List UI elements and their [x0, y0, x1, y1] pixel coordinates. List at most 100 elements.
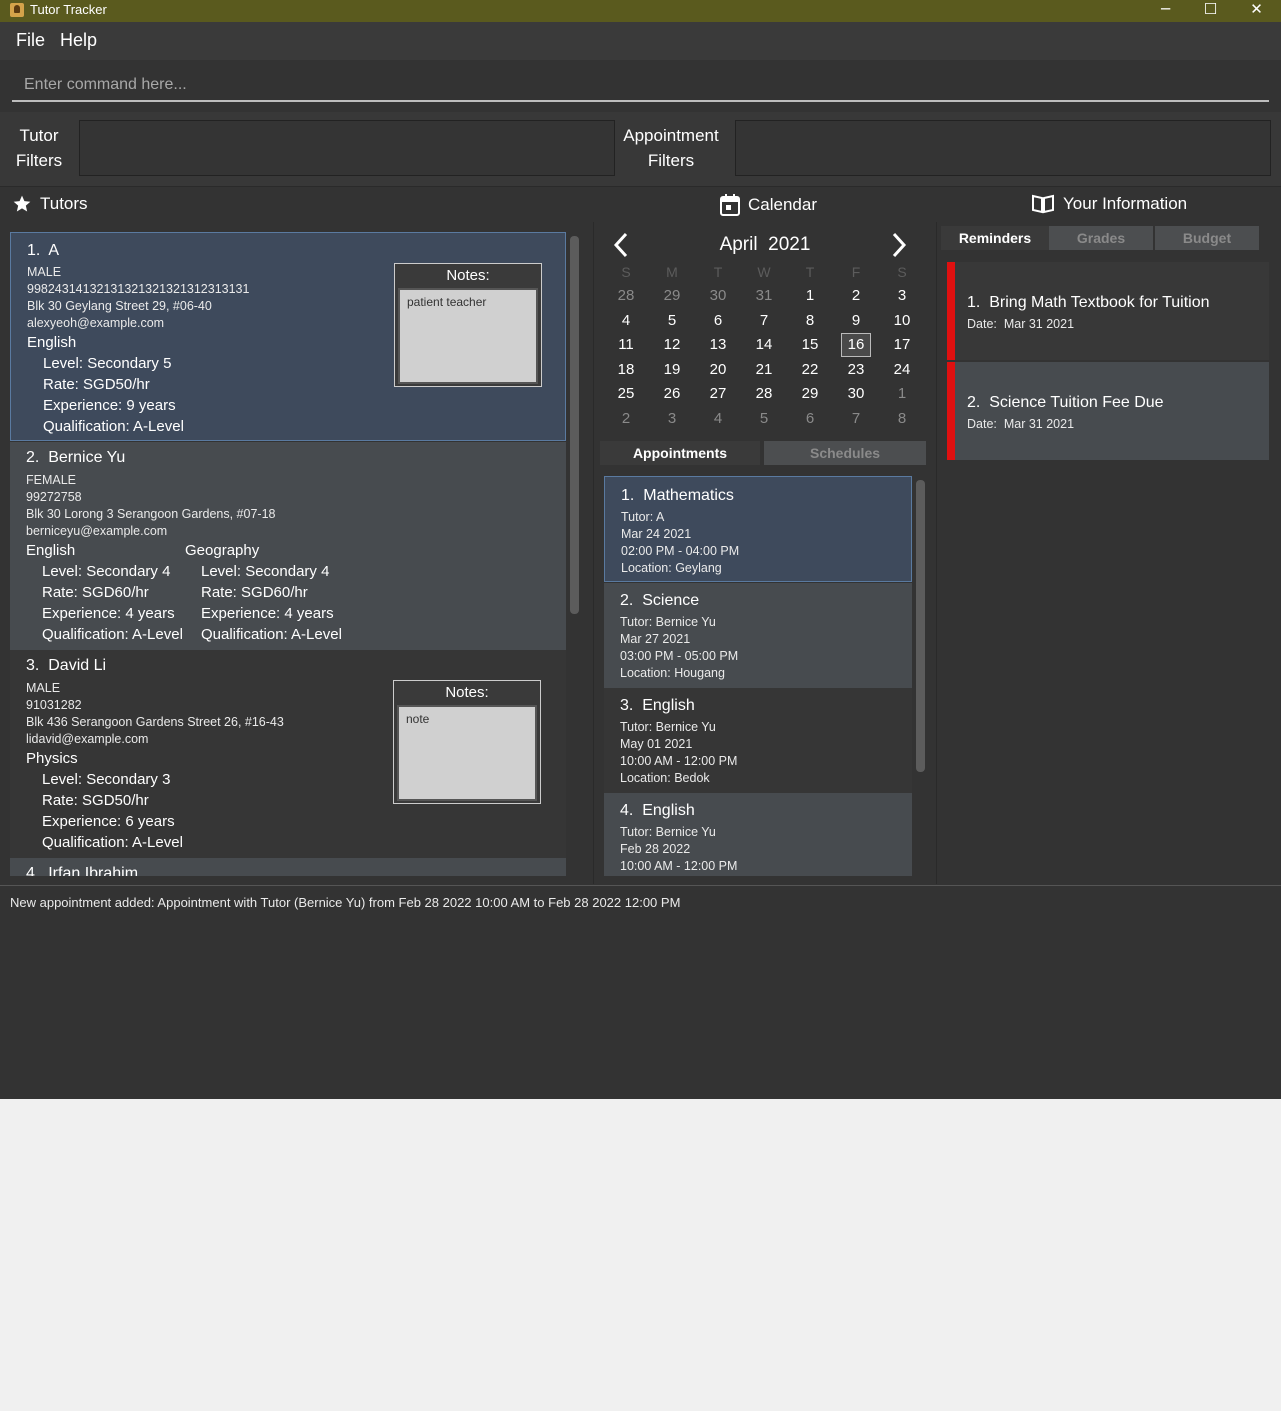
reminder-card[interactable]: 2. Science Tuition Fee Due Date: Mar 31 …	[947, 362, 1269, 460]
subject-name: Physics	[26, 750, 78, 767]
calendar-day[interactable]: 21	[744, 360, 784, 380]
appointment-tabs: Appointments Schedules	[600, 441, 926, 465]
tutor-list: 1. A MALE 998243141321313213213213123131…	[10, 232, 568, 876]
calendar-day[interactable]: 30	[836, 384, 876, 404]
subject-name: English	[27, 334, 77, 351]
tutor-list-scrollbar[interactable]	[570, 236, 579, 614]
calendar-day[interactable]: 25	[606, 384, 646, 404]
appointment-list-scrollbar[interactable]	[916, 480, 925, 772]
calendar-day[interactable]: 9	[836, 311, 876, 331]
calendar-day[interactable]: 5	[652, 311, 692, 331]
calendar-day[interactable]: 8	[790, 311, 830, 331]
appointment-subject: 4. English	[620, 802, 695, 819]
calendar-day-outside[interactable]: 6	[790, 409, 830, 429]
notes-text[interactable]: note	[397, 705, 537, 801]
appointment-filters-box[interactable]	[735, 120, 1271, 176]
close-button[interactable]: ✕	[1234, 0, 1279, 22]
notes-text[interactable]: patient teacher	[398, 288, 538, 384]
calendar-day[interactable]: 20	[698, 360, 738, 380]
calendar-day[interactable]: 4	[606, 311, 646, 331]
tutor-card[interactable]: 4. Irfan Ibrahim	[10, 858, 566, 876]
star-icon	[13, 195, 31, 212]
calendar-day[interactable]: 14	[744, 335, 784, 355]
your-information-header: Your Information	[1031, 194, 1187, 214]
calendar-day[interactable]: 24	[882, 360, 922, 380]
calendar-day[interactable]: 1	[790, 286, 830, 306]
calendar-day[interactable]: 26	[652, 384, 692, 404]
calendar-day[interactable]: 19	[652, 360, 692, 380]
calendar-day-outside[interactable]: 7	[836, 409, 876, 429]
appointment-subject: 3. English	[620, 697, 695, 714]
appointment-card[interactable]: 4. English Tutor: Bernice Yu Feb 28 2022…	[604, 793, 912, 876]
calendar-day[interactable]: 3	[882, 286, 922, 306]
appointment-location: Location: Hougang	[620, 666, 725, 680]
calendar-day[interactable]: 7	[744, 311, 784, 331]
tab-schedules[interactable]: Schedules	[764, 441, 926, 465]
calendar-day[interactable]: 28	[744, 384, 784, 404]
calendar-day[interactable]: 17	[882, 335, 922, 355]
tutor-name: 4. Irfan Ibrahim	[26, 865, 139, 876]
calendar-day[interactable]: 6	[698, 311, 738, 331]
calendar-day-outside[interactable]: 4	[698, 409, 738, 429]
calendar-day[interactable]: 2	[836, 286, 876, 306]
calendar-day[interactable]: 16	[841, 333, 871, 357]
next-month-button[interactable]	[890, 232, 908, 265]
notes-title: Notes:	[446, 267, 490, 284]
calendar-day[interactable]: 11	[606, 335, 646, 355]
calendar-day[interactable]: 23	[836, 360, 876, 380]
calendar-weekday: W	[757, 264, 771, 280]
reminder-indicator	[947, 362, 955, 460]
appointment-card[interactable]: 3. English Tutor: Bernice Yu May 01 2021…	[604, 688, 912, 793]
calendar-day-outside[interactable]: 2	[606, 409, 646, 429]
calendar-day[interactable]: 13	[698, 335, 738, 355]
reminder-indicator	[947, 262, 955, 360]
reminder-card[interactable]: 1. Bring Math Textbook for Tuition Date:…	[947, 262, 1269, 360]
appointment-location: Location: Bedok	[620, 771, 710, 785]
tutor-filters-label: Tutor Filters	[14, 123, 64, 173]
calendar-day-outside[interactable]: 28	[606, 286, 646, 306]
appointment-card[interactable]: 2. Science Tutor: Bernice Yu Mar 27 2021…	[604, 583, 912, 688]
subject-qualification: Qualification: A-Level	[42, 626, 183, 643]
tutor-email: lidavid@example.com	[26, 732, 149, 746]
tutor-filters-box[interactable]	[79, 120, 615, 176]
tab-appointments[interactable]: Appointments	[600, 441, 760, 465]
tab-grades[interactable]: Grades	[1049, 226, 1153, 250]
tutor-card[interactable]: 3. David Li MALE 91031282 Blk 436 Serang…	[10, 650, 566, 858]
tutor-card[interactable]: 2. Bernice Yu FEMALE 99272758 Blk 30 Lor…	[10, 442, 566, 650]
appointment-date: Mar 27 2021	[620, 632, 691, 646]
subject-name: English	[26, 542, 76, 559]
menu-help[interactable]: Help	[60, 30, 97, 51]
subject-qualification: Qualification: A-Level	[42, 834, 183, 851]
calendar-day-outside[interactable]: 3	[652, 409, 692, 429]
calendar-day[interactable]: 27	[698, 384, 738, 404]
calendar-day[interactable]: 29	[790, 384, 830, 404]
tab-budget[interactable]: Budget	[1155, 226, 1259, 250]
command-area	[0, 60, 1281, 112]
appointment-card[interactable]: 1. Mathematics Tutor: A Mar 24 2021 02:0…	[604, 476, 912, 582]
menu-file[interactable]: File	[16, 30, 45, 51]
command-input[interactable]	[12, 70, 1269, 102]
calendar-day-outside[interactable]: 8	[882, 409, 922, 429]
calendar-day-outside[interactable]: 5	[744, 409, 784, 429]
calendar-day[interactable]: 18	[606, 360, 646, 380]
reminder-date: Date: Mar 31 2021	[967, 317, 1075, 331]
calendar-day-outside[interactable]: 30	[698, 286, 738, 306]
calendar-day-outside[interactable]: 29	[652, 286, 692, 306]
maximize-button[interactable]: ☐	[1188, 0, 1233, 22]
minimize-button[interactable]: ─	[1143, 0, 1188, 22]
tutor-card[interactable]: 1. A MALE 998243141321313213213213123131…	[10, 232, 566, 441]
subject-level: Level: Secondary 4	[201, 563, 330, 580]
appointment-time: 10:00 AM - 12:00 PM	[620, 754, 738, 768]
subject-qualification: Qualification: A-Level	[201, 626, 342, 643]
calendar-day[interactable]: 12	[652, 335, 692, 355]
your-information-panel: Reminders Grades Budget 1. Bring Math Te…	[937, 222, 1281, 884]
calendar-day[interactable]: 10	[882, 311, 922, 331]
appointment-tutor: Tutor: A	[621, 510, 665, 524]
tutor-phone: 99272758	[26, 490, 82, 504]
calendar-day[interactable]: 15	[790, 335, 830, 355]
tab-reminders[interactable]: Reminders	[941, 226, 1049, 250]
calendar-day-outside[interactable]: 1	[882, 384, 922, 404]
calendar-day-outside[interactable]: 31	[744, 286, 784, 306]
calendar-day[interactable]: 22	[790, 360, 830, 380]
appointment-time: 02:00 PM - 04:00 PM	[621, 544, 740, 558]
